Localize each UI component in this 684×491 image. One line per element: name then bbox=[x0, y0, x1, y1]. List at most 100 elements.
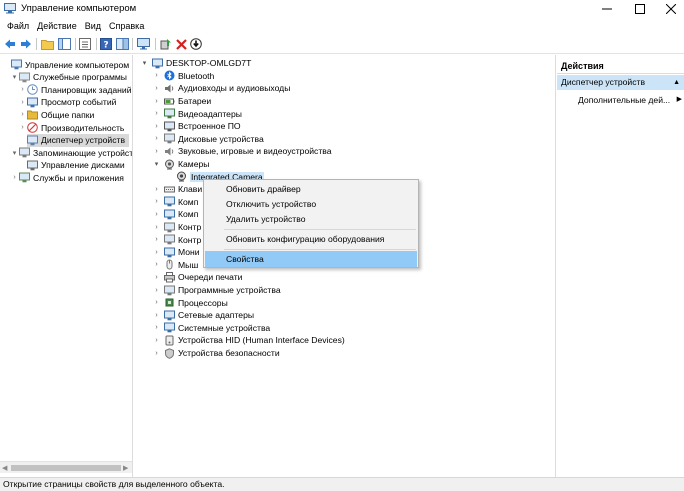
collapsed-chevron-icon[interactable]: › bbox=[152, 211, 161, 218]
ctx-scan-hardware[interactable]: Обновить конфигурацию оборудования bbox=[205, 231, 417, 247]
collapsed-chevron-icon[interactable]: › bbox=[152, 324, 161, 331]
device-view-button[interactable] bbox=[136, 37, 150, 51]
collapsed-chevron-icon[interactable]: › bbox=[152, 236, 161, 243]
horizontal-scrollbar[interactable]: ◀ ▶ bbox=[0, 461, 132, 473]
console-tree-item[interactable]: › Производительность bbox=[18, 121, 124, 134]
expanded-chevron-icon[interactable]: ▾ bbox=[10, 73, 19, 81]
performance-icon bbox=[27, 122, 38, 133]
collapsed-chevron-icon[interactable]: › bbox=[152, 186, 161, 193]
console-tree-item-label: Диспетчер устройств bbox=[41, 135, 126, 146]
ctx-disable-device[interactable]: Отключить устройство bbox=[205, 196, 417, 212]
device-category[interactable]: › Контр bbox=[152, 221, 201, 234]
console-tree-item[interactable]: › Просмотр событий bbox=[18, 96, 116, 109]
ctx-properties[interactable]: Свойства bbox=[205, 251, 417, 267]
console-tree-item[interactable]: Диспетчер устройств bbox=[27, 133, 130, 147]
maximize-button[interactable] bbox=[625, 0, 655, 18]
collapsed-chevron-icon[interactable]: › bbox=[152, 350, 161, 357]
console-tree-item[interactable]: ▾ Служебные программы bbox=[10, 71, 127, 84]
device-category[interactable]: ▾ DESKTOP-OMLGD7T bbox=[140, 57, 251, 70]
console-tree-item[interactable]: Управление дисками bbox=[18, 159, 125, 172]
collapsed-chevron-icon[interactable]: › bbox=[152, 224, 161, 231]
collapsed-chevron-icon[interactable]: › bbox=[18, 86, 27, 93]
ctx-uninstall-device[interactable]: Удалить устройство bbox=[205, 211, 417, 227]
device-category[interactable]: › Очереди печати bbox=[152, 271, 242, 284]
collapsed-chevron-icon[interactable]: › bbox=[152, 72, 161, 79]
device-category[interactable]: › Комп bbox=[152, 208, 198, 221]
scan-hardware-toolbar-button[interactable] bbox=[189, 37, 203, 51]
collapsed-chevron-icon[interactable]: › bbox=[152, 135, 161, 142]
console-tree-item-label: Планировщик заданий bbox=[41, 84, 132, 95]
toolbar: ? bbox=[0, 34, 684, 54]
update-driver-toolbar-button[interactable] bbox=[159, 37, 173, 51]
device-label: Комп bbox=[178, 196, 199, 207]
collapsed-chevron-icon[interactable]: › bbox=[152, 123, 161, 130]
forward-button[interactable] bbox=[19, 37, 33, 51]
console-tree-item[interactable]: › Планировщик заданий bbox=[18, 83, 132, 96]
expanded-chevron-icon[interactable]: ▾ bbox=[10, 149, 19, 157]
collapsed-chevron-icon[interactable]: › bbox=[18, 111, 27, 118]
ctx-separator bbox=[224, 229, 416, 230]
collapsed-chevron-icon[interactable]: › bbox=[18, 124, 27, 131]
device-category[interactable]: › Процессоры bbox=[152, 296, 227, 309]
collapsed-chevron-icon[interactable]: › bbox=[152, 337, 161, 344]
device-category[interactable]: › Клави bbox=[152, 183, 202, 196]
console-tree-item[interactable]: ▾ Запоминающие устройст bbox=[10, 146, 132, 159]
console-tree-item[interactable]: › Службы и приложения bbox=[10, 171, 124, 184]
collapsed-chevron-icon[interactable]: › bbox=[152, 110, 161, 117]
close-button[interactable] bbox=[656, 0, 684, 18]
collapsed-chevron-icon[interactable]: › bbox=[152, 148, 161, 155]
collapse-up-icon[interactable]: ▲ bbox=[673, 75, 680, 90]
collapsed-chevron-icon[interactable]: › bbox=[152, 287, 161, 294]
collapsed-chevron-icon[interactable]: › bbox=[152, 98, 161, 105]
device-category[interactable]: ▾ Камеры bbox=[152, 158, 209, 171]
scroll-right-icon[interactable]: ▶ bbox=[123, 464, 128, 472]
collapsed-chevron-icon[interactable]: › bbox=[152, 249, 161, 256]
scrollbar-thumb[interactable] bbox=[11, 465, 121, 471]
uninstall-toolbar-button[interactable] bbox=[174, 37, 188, 51]
expanded-chevron-icon[interactable]: ▾ bbox=[152, 160, 161, 168]
menu-action[interactable]: Действие bbox=[33, 18, 81, 34]
device-category[interactable]: › Дисковые устройства bbox=[152, 133, 264, 146]
device-category[interactable]: › Комп bbox=[152, 196, 198, 209]
show-hide-tree-button[interactable] bbox=[57, 37, 71, 51]
collapsed-chevron-icon[interactable]: › bbox=[152, 299, 161, 306]
title-bar[interactable]: Управление компьютером bbox=[0, 0, 684, 18]
properties-view-button[interactable] bbox=[115, 37, 129, 51]
device-category[interactable]: › Батареи bbox=[152, 95, 211, 108]
console-tree-item[interactable]: Управление компьютером (л bbox=[2, 58, 132, 71]
console-tree-item[interactable]: › Общие папки bbox=[18, 108, 94, 121]
up-level-button[interactable] bbox=[40, 37, 54, 51]
help-button[interactable]: ? bbox=[99, 37, 113, 51]
collapsed-chevron-icon[interactable]: › bbox=[152, 312, 161, 319]
device-category[interactable]: › Программные устройства bbox=[152, 284, 281, 297]
actions-more-actions[interactable]: Дополнительные дей... ▶ bbox=[578, 93, 682, 107]
menu-help[interactable]: Справка bbox=[105, 18, 148, 34]
device-category[interactable]: › Звуковые, игровые и видеоустройства bbox=[152, 145, 331, 158]
device-category[interactable]: › Мыш bbox=[152, 259, 198, 272]
collapsed-chevron-icon[interactable]: › bbox=[152, 85, 161, 92]
back-button[interactable] bbox=[3, 37, 17, 51]
export-list-button[interactable] bbox=[78, 37, 92, 51]
device-category[interactable]: › Встроенное ПО bbox=[152, 120, 241, 133]
actions-device-manager[interactable]: Диспетчер устройств ▲ bbox=[557, 75, 684, 90]
expanded-chevron-icon[interactable]: ▾ bbox=[140, 59, 149, 67]
collapsed-chevron-icon[interactable]: › bbox=[18, 99, 27, 106]
ctx-update-driver[interactable]: Обновить драйвер bbox=[205, 181, 417, 197]
collapsed-chevron-icon[interactable]: › bbox=[10, 174, 19, 181]
collapsed-chevron-icon[interactable]: › bbox=[152, 274, 161, 281]
collapsed-chevron-icon[interactable]: › bbox=[152, 261, 161, 268]
device-category[interactable]: › Bluetooth bbox=[152, 70, 214, 83]
device-category[interactable]: › Видеоадаптеры bbox=[152, 107, 242, 120]
menu-view[interactable]: Вид bbox=[81, 18, 105, 34]
device-category[interactable]: › Контр bbox=[152, 233, 201, 246]
device-category[interactable]: › Устройства HID (Human Interface Devices… bbox=[152, 334, 345, 347]
device-category[interactable]: › Сетевые адаптеры bbox=[152, 309, 254, 322]
device-category[interactable]: › Системные устройства bbox=[152, 322, 270, 335]
device-category[interactable]: › Аудиовходы и аудиовыходы bbox=[152, 82, 290, 95]
collapsed-chevron-icon[interactable]: › bbox=[152, 198, 161, 205]
device-category[interactable]: › Устройства безопасности bbox=[152, 347, 280, 360]
menu-file[interactable]: Файл bbox=[3, 18, 33, 34]
minimize-button[interactable] bbox=[592, 0, 622, 18]
scroll-left-icon[interactable]: ◀ bbox=[2, 464, 7, 472]
device-category[interactable]: › Мони bbox=[152, 246, 200, 259]
